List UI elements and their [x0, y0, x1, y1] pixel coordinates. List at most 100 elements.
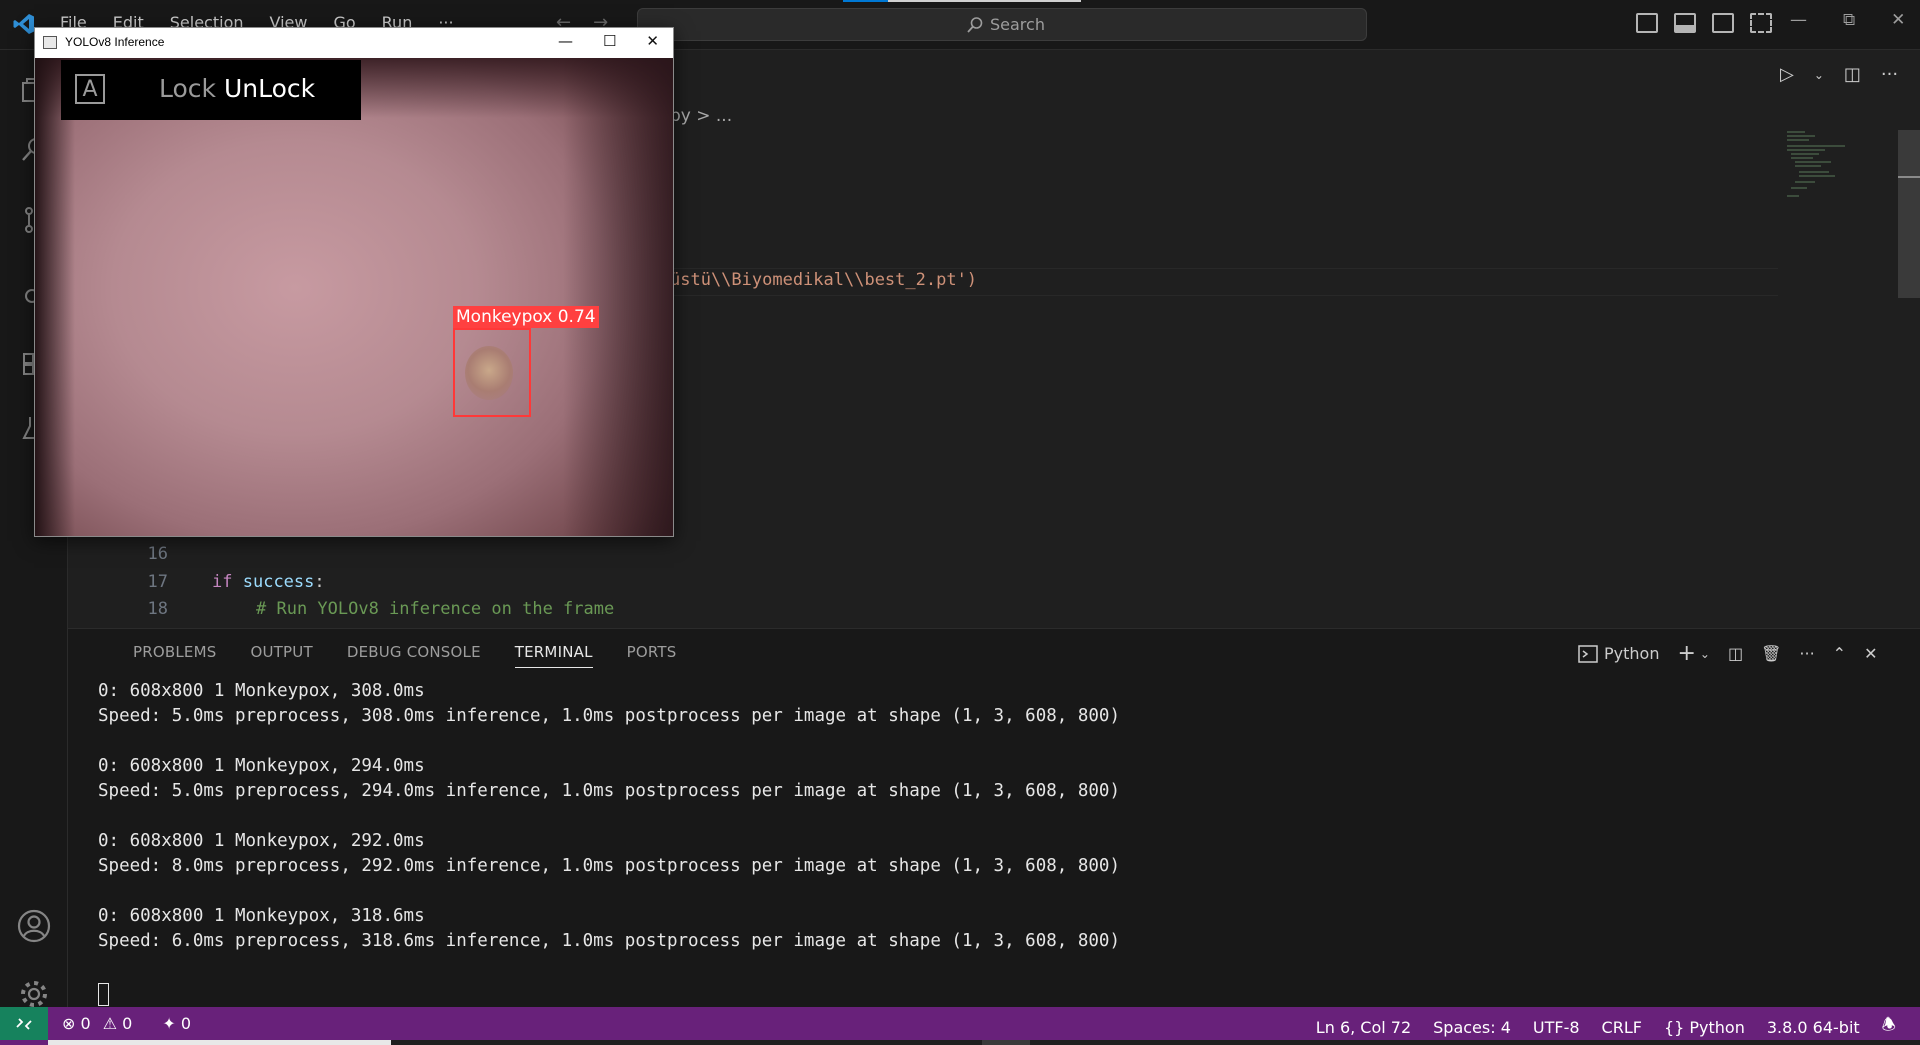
panel-actions: Python + ⌄ ◫ 🗑 ··· ⌃ ✕ [1578, 641, 1877, 666]
terminal-cursor-line [98, 981, 1120, 1006]
minimize-icon[interactable]: — [1790, 10, 1807, 30]
editor-actions: ▷ ⌄ ◫ ··· [1780, 64, 1898, 85]
cursor-position[interactable]: Ln 6, Col 72 [1316, 1018, 1411, 1037]
tab-terminal[interactable]: TERMINAL [514, 643, 593, 668]
toggle-primary-sidebar-icon[interactable] [1636, 13, 1658, 33]
customize-layout-icon[interactable] [1750, 13, 1772, 33]
taskbar-highlight [48, 1040, 391, 1045]
notifications-bell-icon[interactable]: 🕭 [1882, 1014, 1896, 1041]
taskbar-highlight-secondary [982, 1040, 1030, 1045]
frame-vignette-right [563, 58, 673, 536]
tab-problems[interactable]: PROBLEMS [133, 643, 216, 668]
terminal-line: Speed: 5.0ms preprocess, 308.0ms inferen… [98, 706, 1120, 726]
tab-debug-console[interactable]: DEBUG CONSOLE [347, 643, 481, 668]
terminal-icon [1578, 644, 1598, 663]
editor-scrollbar[interactable] [1898, 130, 1920, 298]
code-comment: # Run YOLOv8 inference on the frame [256, 599, 615, 619]
lock-status: Lock UnLock [159, 74, 315, 103]
toggle-panel-icon[interactable] [1674, 13, 1696, 33]
toggle-secondary-sidebar-icon[interactable] [1712, 13, 1734, 33]
terminal-line: Speed: 6.0ms preprocess, 318.6ms inferen… [98, 931, 1120, 951]
panel-more-icon[interactable]: ··· [1799, 644, 1814, 663]
code-line-18: # Run YOLOv8 inference on the frame [256, 599, 614, 619]
run-dropdown-chevron-icon[interactable]: ⌄ [1814, 68, 1824, 82]
python-interpreter[interactable]: 3.8.0 64-bit [1767, 1018, 1860, 1037]
accounts-icon[interactable] [10, 902, 58, 950]
layout-controls [1636, 13, 1772, 33]
scrollbar-cursor-marker [1898, 176, 1920, 178]
terminal-line: 0: 608x800 1 Monkeypox, 308.0ms [98, 681, 425, 701]
remote-icon [16, 1017, 32, 1030]
errors-item[interactable]: ⊗ 0 [62, 1014, 91, 1033]
close-icon[interactable]: ✕ [1891, 10, 1905, 30]
terminal-line: 0: 608x800 1 Monkeypox, 318.6ms [98, 906, 425, 926]
indentation[interactable]: Spaces: 4 [1433, 1018, 1511, 1037]
tab-output[interactable]: OUTPUT [250, 643, 312, 668]
panel-tabs: PROBLEMS OUTPUT DEBUG CONSOLE TERMINAL P… [133, 643, 677, 668]
search-icon [967, 16, 983, 33]
lock-overlay: A Lock UnLock [61, 60, 361, 120]
terminal-line: Speed: 5.0ms preprocess, 294.0ms inferen… [98, 781, 1120, 801]
detection-bounding-box [453, 328, 531, 417]
more-actions-icon[interactable]: ··· [1881, 64, 1898, 85]
tab-indicator-light [888, 0, 1081, 2]
lock-label: Lock [159, 74, 217, 103]
yolo-minimize-icon[interactable]: — [558, 32, 573, 50]
new-terminal-plus-icon[interactable]: + [1677, 641, 1695, 666]
terminal-profile-label[interactable]: Python [1604, 644, 1659, 663]
command-center-search[interactable]: Search [637, 8, 1367, 41]
status-right: Ln 6, Col 72 Spaces: 4 UTF-8 CRLF {} Pyt… [1316, 1014, 1896, 1041]
app-window-icon [43, 36, 57, 49]
minimap[interactable] [1785, 130, 1875, 210]
variable-success: success [242, 572, 315, 592]
close-panel-icon[interactable]: ✕ [1864, 644, 1877, 663]
detection-label: Monkeypox 0.74 [453, 306, 599, 328]
terminal-line: Speed: 8.0ms preprocess, 292.0ms inferen… [98, 856, 1120, 876]
code-line-14: üstü\\Biyomedikal\\best_2.pt') [670, 270, 977, 290]
yolo-window-titlebar[interactable]: YOLOv8 Inference — ☐ ✕ [35, 28, 673, 58]
ports-count: 0 [180, 1014, 191, 1033]
maximize-panel-chevron-icon[interactable]: ⌃ [1833, 644, 1846, 663]
language-mode[interactable]: {} Python [1664, 1018, 1745, 1037]
line-number: 18 [147, 599, 168, 619]
lock-key-badge: A [75, 74, 105, 104]
breadcrumb[interactable]: py > ... [670, 106, 732, 126]
error-count: 0 [80, 1014, 91, 1033]
line-number: 17 [147, 572, 168, 592]
yolo-window-title: YOLOv8 Inference [65, 35, 165, 49]
terminal-output[interactable]: 0: 608x800 1 Monkeypox, 308.0ms Speed: 5… [98, 681, 1120, 1006]
split-editor-icon[interactable]: ◫ [1844, 64, 1861, 85]
end-of-line[interactable]: CRLF [1602, 1018, 1642, 1037]
tab-indicator [843, 0, 888, 2]
keyword-if: if [212, 572, 233, 592]
camera-frame: Monkeypox 0.74 A Lock UnLock [35, 58, 673, 536]
ports-item[interactable]: ✦ 0 [162, 1014, 191, 1033]
window-controls: — ⧉ ✕ [1790, 10, 1905, 30]
bottom-panel: PROBLEMS OUTPUT DEBUG CONSOLE TERMINAL P… [68, 628, 1920, 1007]
terminal-dropdown-chevron-icon[interactable]: ⌄ [1700, 647, 1710, 661]
vscode-logo-icon [13, 14, 34, 34]
encoding[interactable]: UTF-8 [1533, 1018, 1580, 1037]
remote-indicator[interactable] [0, 1007, 48, 1040]
terminal-line: 0: 608x800 1 Monkeypox, 294.0ms [98, 756, 425, 776]
language-label: Python [1689, 1018, 1745, 1037]
tab-ports[interactable]: PORTS [627, 643, 677, 668]
warnings-item[interactable]: ⚠ 0 [103, 1014, 133, 1033]
terminal-line: 0: 608x800 1 Monkeypox, 292.0ms [98, 831, 425, 851]
yolo-maximize-icon[interactable]: ☐ [603, 32, 616, 50]
kill-terminal-trash-icon[interactable]: 🗑 [1761, 644, 1781, 663]
split-terminal-icon[interactable]: ◫ [1728, 644, 1743, 663]
status-left: ⊗ 0 ⚠ 0 ✦ 0 [62, 1014, 191, 1033]
yolo-close-icon[interactable]: ✕ [646, 32, 659, 50]
frame-vignette-left [35, 58, 75, 536]
warning-count: 0 [122, 1014, 133, 1033]
yolo-inference-window[interactable]: YOLOv8 Inference — ☐ ✕ Monkeypox 0.74 A … [34, 27, 674, 537]
restore-icon[interactable]: ⧉ [1843, 10, 1855, 30]
run-python-file-icon[interactable]: ▷ [1780, 64, 1794, 85]
code-line-17: if success: [212, 572, 325, 592]
status-bar: ⊗ 0 ⚠ 0 ✦ 0 Ln 6, Col 72 Spaces: 4 UTF-8… [0, 1007, 1920, 1045]
